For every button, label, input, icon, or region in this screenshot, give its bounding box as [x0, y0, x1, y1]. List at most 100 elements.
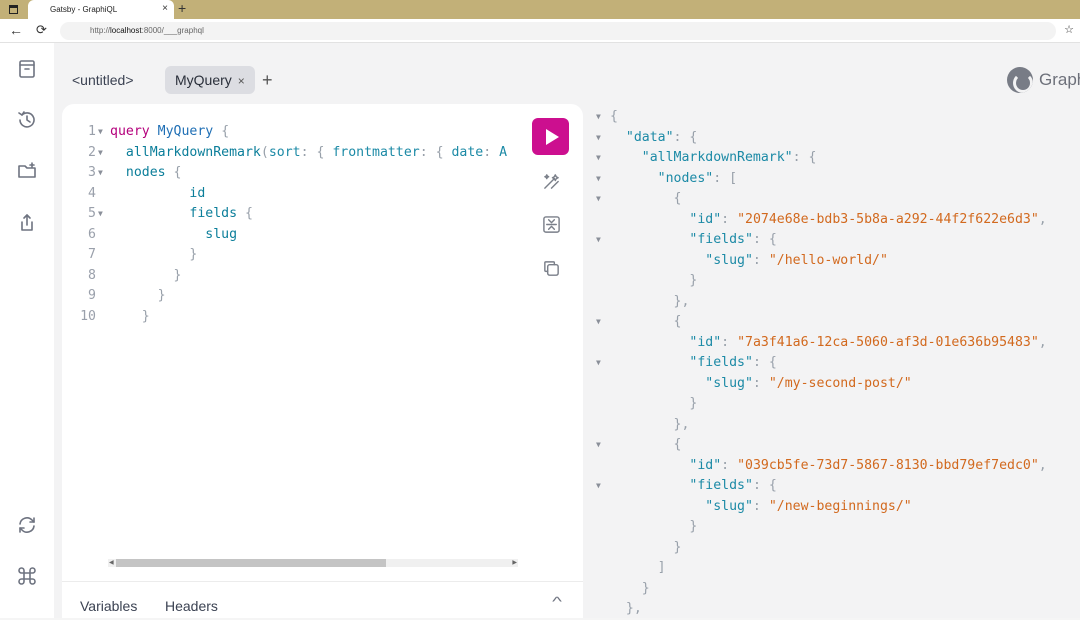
editor-tools-bar: Variables Headers ^	[62, 581, 583, 618]
line-number: 4	[88, 185, 96, 201]
add-tab-button[interactable]: +	[262, 66, 273, 94]
code-line: 4 id	[62, 184, 522, 205]
gatsby-logo-icon	[1007, 67, 1033, 93]
url-path: :8000/___graphql	[141, 26, 204, 35]
result-line: ▼ {	[594, 435, 1080, 456]
code-text: nodes {	[125, 165, 182, 180]
query-editor[interactable]: 1 ▼ query MyQuery { 2 ▼ allMarkdownRemark(s…	[62, 104, 583, 618]
fold-toggle-icon[interactable]: ▼	[98, 122, 103, 143]
line-number: 5	[88, 206, 96, 221]
fold-toggle-icon[interactable]: ▼	[596, 353, 601, 374]
favorites-star-icon[interactable]: ☆	[1064, 23, 1074, 36]
browser-tab[interactable]: Gatsby - GraphiQL ×	[28, 0, 174, 19]
code-line: 9 }	[62, 286, 522, 307]
result-line: ▼ "data": {	[594, 128, 1080, 149]
copy-query-icon[interactable]	[540, 257, 562, 279]
window-menu-icon[interactable]	[0, 0, 26, 19]
share-icon[interactable]	[15, 211, 39, 235]
tab-myquery[interactable]: MyQuery ×	[165, 66, 255, 94]
play-icon	[545, 128, 559, 145]
code-line: 7 }	[62, 245, 522, 266]
fold-toggle-icon[interactable]: ▼	[596, 128, 601, 149]
result-line: },	[610, 293, 690, 309]
execute-query-button[interactable]	[532, 118, 569, 155]
tab-close-icon[interactable]: ×	[238, 74, 245, 88]
result-line: ▼ "nodes": [	[594, 169, 1080, 190]
fold-toggle-icon[interactable]: ▼	[98, 163, 103, 184]
result-line: "slug": "/hello-world/"	[705, 252, 888, 268]
graphiql-logo: Graph	[1007, 67, 1080, 93]
result-line: "id": "7a3f41a6-12ca-5060-af3d-01e636b95…	[689, 334, 1047, 350]
prettify-icon[interactable]	[540, 170, 562, 192]
editor-horizontal-scrollbar[interactable]: ◀ ▶	[108, 556, 518, 568]
line-number: 9	[88, 288, 96, 303]
result-line: }	[610, 580, 650, 596]
fold-toggle-icon[interactable]: ▼	[596, 476, 601, 497]
result-line: ▼ "allMarkdownRemark": {	[594, 148, 1080, 169]
line-number: 7	[88, 247, 96, 262]
fold-toggle-icon[interactable]: ▼	[596, 169, 601, 190]
query-code[interactable]: 1 ▼ query MyQuery { 2 ▼ allMarkdownRemark(s…	[62, 122, 522, 327]
result-line: }	[610, 273, 698, 288]
line-number: 8	[88, 267, 96, 283]
code-line: 8 }	[62, 266, 522, 287]
result-line: "id": "2074e68e-bdb3-5b8a-a292-44f2f622e…	[689, 211, 1047, 227]
tab-headers[interactable]: Headers	[165, 598, 218, 614]
browser-tab-close-icon[interactable]: ×	[162, 3, 168, 14]
url-host: localhost	[110, 26, 142, 35]
address-toolbar: ← ⟳ http://localhost:8000/___graphql ☆	[0, 19, 1080, 43]
result-line: ▼ "fields": {	[594, 476, 1080, 497]
tab-untitled[interactable]: <untitled>	[62, 66, 144, 94]
fold-toggle-icon[interactable]: ▼	[98, 143, 103, 164]
result-line: ▼ {	[594, 189, 1080, 210]
line-number: 2	[88, 144, 96, 160]
fold-toggle-icon[interactable]: ▼	[596, 148, 601, 169]
line-number: 6	[88, 226, 96, 242]
history-icon[interactable]	[15, 108, 39, 132]
result-line: },	[610, 416, 690, 432]
fold-toggle-icon[interactable]: ▼	[596, 312, 601, 333]
docs-icon[interactable]	[15, 57, 39, 81]
browser-tab-title: Gatsby - GraphiQL	[50, 5, 118, 14]
code-text: }	[141, 308, 150, 324]
reload-icon[interactable]: ⟳	[36, 22, 47, 38]
code-text: query MyQuery {	[110, 124, 230, 139]
graphiql-sidebar	[0, 43, 54, 618]
merge-fragments-icon[interactable]	[540, 213, 562, 235]
result-line: ]	[610, 560, 666, 575]
result-viewer[interactable]: ▼{ ▼ "data": { ▼ "allMarkdownRemark": { …	[594, 104, 1080, 618]
code-line: 3 ▼ nodes {	[62, 163, 522, 184]
explorer-folder-icon[interactable]	[15, 159, 39, 183]
shortcuts-command-icon[interactable]	[15, 564, 39, 588]
result-line: "slug": "/my-second-post/"	[705, 375, 912, 391]
refetch-schema-icon[interactable]	[15, 513, 39, 537]
url-prefix: http://	[90, 26, 111, 35]
scroll-left-arrow-icon[interactable]: ◀	[109, 556, 114, 570]
fold-toggle-icon[interactable]: ▼	[596, 107, 601, 128]
code-text: }	[157, 288, 166, 303]
result-line: }	[610, 519, 698, 534]
tab-variables[interactable]: Variables	[80, 598, 137, 614]
code-line: 10 }	[62, 307, 522, 328]
result-line: "id": "039cb5fe-73d7-5867-8130-bbd79ef7e…	[689, 457, 1047, 473]
scroll-right-arrow-icon[interactable]: ▶	[512, 556, 517, 570]
code-text: slug	[205, 226, 238, 242]
fold-toggle-icon[interactable]: ▼	[596, 189, 601, 210]
fold-toggle-icon[interactable]: ▼	[98, 204, 103, 225]
code-line: 5 ▼ fields {	[62, 204, 522, 225]
result-line: ▼ {	[594, 312, 1080, 333]
scrollbar-thumb[interactable]	[116, 559, 386, 567]
back-arrow-icon[interactable]: ←	[9, 22, 23, 38]
fold-toggle-icon[interactable]: ▼	[596, 435, 601, 456]
code-text: fields {	[189, 206, 253, 221]
result-line: ▼{	[594, 107, 1080, 128]
code-text: allMarkdownRemark(sort: { frontmatter: {…	[125, 144, 508, 160]
line-number: 10	[80, 308, 96, 324]
browser-titlebar: Gatsby - GraphiQL × +	[0, 0, 1080, 19]
new-tab-button[interactable]: +	[178, 0, 186, 19]
chevron-up-icon[interactable]: ^	[552, 594, 562, 609]
result-line: }	[610, 539, 682, 555]
fold-toggle-icon[interactable]: ▼	[596, 230, 601, 251]
url-field[interactable]: http://localhost:8000/___graphql	[60, 22, 1056, 40]
code-text: }	[189, 247, 198, 262]
